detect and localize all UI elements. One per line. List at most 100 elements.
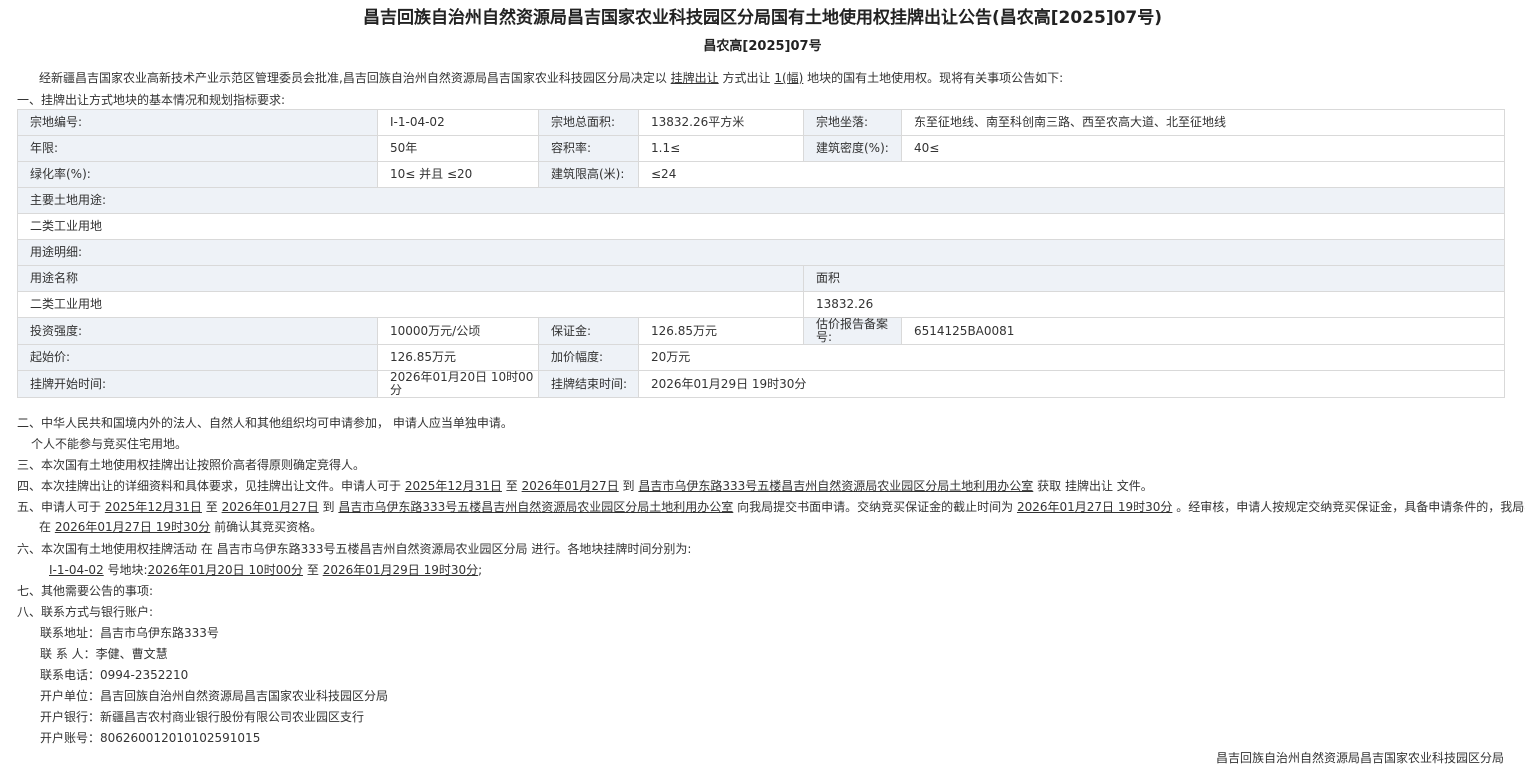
qualification-confirm-time: 2026年01月27日 19时30分 (54, 520, 211, 534)
section-5-text: 向我局提交书面申请。交纳竞买保证金的截止时间为 (737, 500, 1014, 514)
table-row: 二类工业用地 13832.26 (17, 291, 1505, 318)
use-name-value: 二类工业用地 (17, 291, 804, 318)
plot-ratio-label: 容积率: (538, 135, 639, 162)
plot-ratio-value: 1.1≤ (638, 135, 804, 162)
height-limit-label: 建筑限高(米): (538, 161, 639, 188)
parcel-code-label: 宗地编号: (17, 109, 378, 136)
green-rate-value: 10≤ 并且 ≤20 (377, 161, 539, 188)
table-row: 宗地编号: I-1-04-02 宗地总面积: 13832.26平方米 宗地坐落:… (17, 109, 1505, 136)
appraisal-number-label: 估价报告备案号: (803, 317, 902, 345)
transfer-method: 挂牌出让 (670, 71, 719, 85)
application-office: 昌吉市乌伊东路333号五楼昌吉州自然资源局农业园区分局土地利用办公室 (338, 500, 734, 514)
table-row: 用途名称 面积 (17, 265, 1505, 292)
section-5-text: 五、申请人可于 (17, 500, 102, 514)
section-4-text: 到 (622, 479, 635, 493)
table-row: 挂牌开始时间: 2026年01月20日 10时00分 挂牌结束时间: 2026年… (17, 370, 1505, 398)
section-4-text: 获取 挂牌出让 文件。 (1037, 479, 1153, 493)
table-row: 绿化率(%): 10≤ 并且 ≤20 建筑限高(米): ≤24 (17, 161, 1505, 188)
intro-text: 经新疆昌吉国家农业高新技术产业示范区管理委员会批准,昌吉回族自治州自然资源局昌吉… (39, 71, 667, 85)
section-4-text: 四、本次挂牌出让的详细资料和具体要求，见挂牌出让文件。申请人可于 2025年12… (17, 477, 1153, 494)
location-value: 东至征地线、南至科创南三路、西至农高大道、北至征地线 (901, 109, 1505, 136)
section-5-text: 前确认其竞买资格。 (214, 520, 323, 534)
deposit-deadline: 2026年01月27日 19时30分 (1016, 500, 1173, 514)
main-use-label: 主要土地用途: (17, 187, 1505, 214)
account-holder: 开户单位：昌吉回族自治州自然资源局昌吉国家农业科技园区分局 (40, 689, 389, 703)
issuer-signature: 昌吉回族自治州自然资源局昌吉国家农业科技园区分局 (1215, 751, 1504, 765)
intro-text: 方式出让 (722, 71, 771, 85)
building-density-value: 40≤ (901, 135, 1505, 162)
use-area-value: 13832.26 (803, 291, 1505, 318)
appraisal-number-value: 6514125BA0081 (901, 317, 1505, 345)
schedule-parcel-code: I-1-04-02 (49, 563, 104, 577)
starting-price-value: 126.85万元 (377, 344, 539, 371)
listing-end-label: 挂牌结束时间: (538, 370, 639, 398)
section-2-note: 个人不能参与竞买住宅用地。 (31, 437, 188, 451)
application-end-date: 2026年01月27日 (221, 500, 319, 514)
section-6-text: ; (478, 563, 483, 577)
listing-start-value: 2026年01月20日 10时00分 (377, 370, 539, 398)
section-8-heading: 八、联系方式与银行账户: (17, 605, 154, 619)
contact-phone: 联系电话：0994-2352210 (40, 668, 189, 682)
building-density-label: 建筑密度(%): (803, 135, 902, 162)
table-row: 主要土地用途: (17, 187, 1505, 214)
contact-address: 联系地址：昌吉市乌伊东路333号 (40, 626, 219, 640)
section-6-text: 六、本次国有土地使用权挂牌活动 在 昌吉市乌伊东路333号五楼昌吉州自然资源局农… (17, 542, 692, 556)
table-row: 投资强度: 10000万元/公顷 保证金: 126.85万元 估价报告备案号: … (17, 317, 1505, 345)
section-4-text: 四、本次挂牌出让的详细资料和具体要求，见挂牌出让文件。申请人可于 (17, 479, 402, 493)
deposit-label: 保证金: (538, 317, 639, 345)
listing-start-label: 挂牌开始时间: (17, 370, 378, 398)
section-5-text: 在 (39, 520, 52, 534)
height-limit-value: ≤24 (638, 161, 1505, 188)
term-value: 50年 (377, 135, 539, 162)
section-3-text: 三、本次国有土地使用权挂牌出让按照价高者得原则确定竞得人。 (17, 458, 366, 472)
investment-value: 10000万元/公顷 (377, 317, 539, 345)
starting-price-label: 起始价: (17, 344, 378, 371)
use-area-header: 面积 (803, 265, 1505, 292)
term-label: 年限: (17, 135, 378, 162)
green-rate-label: 绿化率(%): (17, 161, 378, 188)
total-area-label: 宗地总面积: (538, 109, 639, 136)
schedule-start-time: 2026年01月20日 10时00分 (147, 563, 304, 577)
listing-end-value: 2026年01月29日 19时30分 (638, 370, 1505, 398)
total-area-value: 13832.26平方米 (638, 109, 804, 136)
document-end-date: 2026年01月27日 (521, 479, 619, 493)
intro-paragraph: 经新疆昌吉国家农业高新技术产业示范区管理委员会批准,昌吉回族自治州自然资源局昌吉… (39, 69, 1063, 86)
account-bank: 开户银行：新疆昌吉农村商业银行股份有限公司农业园区支行 (40, 710, 365, 724)
section-7-heading: 七、其他需要公告的事项: (17, 584, 154, 598)
section-5-text: 至 (205, 500, 218, 514)
use-detail-label: 用途明细: (17, 239, 1505, 266)
section-2-text: 二、中华人民共和国境内外的法人、自然人和其他组织均可申请参加， 申请人应当单独申… (17, 416, 513, 430)
page-title: 昌吉回族自治州自然资源局昌吉国家农业科技园区分局国有土地使用权挂牌出让公告(昌农… (362, 8, 1163, 28)
intro-text: 地块的国有土地使用权。现将有关事项公告如下: (807, 71, 1064, 85)
schedule-end-time: 2026年01月29日 19时30分 (322, 563, 479, 577)
contact-person: 联 系 人：李健、曹文慧 (40, 647, 168, 661)
deposit-value: 126.85万元 (638, 317, 804, 345)
table-row: 用途明细: (17, 239, 1505, 266)
increment-value: 20万元 (638, 344, 1505, 371)
section-6-text: 号地块: (107, 563, 148, 577)
location-label: 宗地坐落: (803, 109, 902, 136)
table-row: 二类工业用地 (17, 213, 1505, 240)
section-4-text: 至 (505, 479, 518, 493)
section-1-heading: 一、挂牌出让方式地块的基本情况和规划指标要求: (17, 93, 286, 107)
use-name-header: 用途名称 (17, 265, 804, 292)
application-start-date: 2025年12月31日 (104, 500, 202, 514)
account-number: 开户账号：806260012010102591015 (40, 731, 261, 745)
parcel-info-table: 宗地编号: I-1-04-02 宗地总面积: 13832.26平方米 宗地坐落:… (17, 109, 1505, 398)
document-number: 昌农高[2025]07号 (703, 39, 822, 54)
increment-label: 加价幅度: (538, 344, 639, 371)
section-5-text: 五、申请人可于 2025年12月31日 至 2026年01月27日 到 昌吉市乌… (17, 498, 1525, 515)
section-5-text: 到 (322, 500, 335, 514)
section-5-text-line2: 在 2026年01月27日 19时30分 前确认其竞买资格。 (39, 518, 322, 535)
document-start-date: 2025年12月31日 (404, 479, 502, 493)
table-row: 起始价: 126.85万元 加价幅度: 20万元 (17, 344, 1505, 371)
section-6-text: 至 (306, 563, 319, 577)
table-row: 年限: 50年 容积率: 1.1≤ 建筑密度(%): 40≤ (17, 135, 1505, 162)
section-5-text: 。经审核，申请人按规定交纳竞买保证金，具备申请条件的，我局将 (1176, 500, 1525, 514)
section-6-schedule: I-1-04-02 号地块:2026年01月20日 10时00分 至 2026年… (49, 561, 482, 578)
document-office: 昌吉市乌伊东路333号五楼昌吉州自然资源局农业园区分局土地利用办公室 (638, 479, 1034, 493)
parcel-code-value: I-1-04-02 (377, 109, 539, 136)
main-use-value: 二类工业用地 (17, 213, 1505, 240)
investment-label: 投资强度: (17, 317, 378, 345)
parcel-count: 1(幅) (774, 71, 804, 85)
